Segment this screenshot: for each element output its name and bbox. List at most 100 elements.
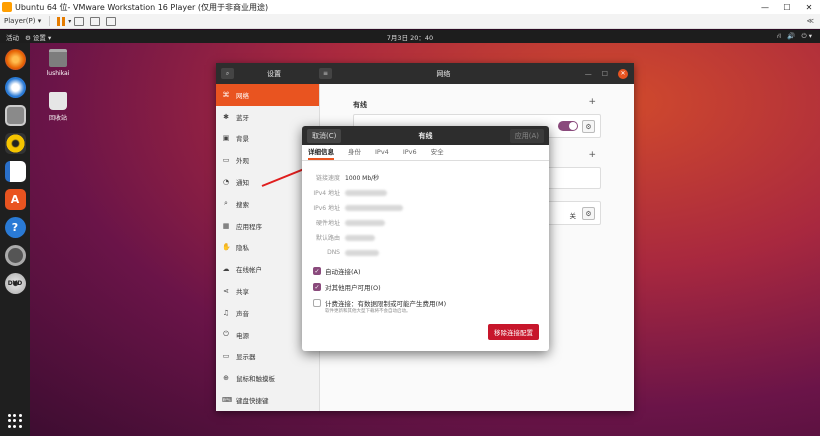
detail-row-link-speed: 链接速度 1000 Mb/秒 bbox=[302, 170, 549, 185]
help-icon[interactable]: ? bbox=[4, 217, 26, 238]
tab-identity[interactable]: 身份 bbox=[348, 146, 361, 160]
add-vpn-button[interactable]: + bbox=[588, 150, 596, 160]
wired-section-title: 有线 bbox=[353, 101, 367, 109]
sidebar-item-keyboard-shortcuts[interactable]: ⌨ 键盘快捷键 bbox=[216, 389, 319, 411]
maximize-icon[interactable]: ☐ bbox=[602, 70, 608, 78]
cancel-button[interactable]: 取消(C) bbox=[307, 128, 342, 143]
detail-label: 硬件地址 bbox=[315, 220, 340, 227]
detail-row-dns: DNS bbox=[302, 245, 549, 260]
redacted-value bbox=[345, 249, 379, 256]
dialog-tabs: 详细信息 身份 IPv4 IPv6 安全 bbox=[302, 145, 549, 161]
detail-row-default-route: 默认路由 bbox=[302, 230, 549, 245]
pause-icon[interactable] bbox=[57, 16, 66, 26]
detail-label: IPv4 地址 bbox=[313, 190, 340, 197]
dvd-icon[interactable]: DVD bbox=[4, 273, 26, 294]
available-all-users-checkbox[interactable]: ✓ 对其他用户可用(O) bbox=[313, 282, 381, 292]
gear-icon[interactable]: ⚙ bbox=[582, 207, 595, 220]
maximize-button[interactable]: ☐ bbox=[776, 3, 798, 12]
collapse-toolbar-button[interactable]: ≪ bbox=[807, 17, 814, 25]
show-applications-icon[interactable] bbox=[8, 414, 22, 428]
detail-row-ipv4: IPv4 地址 bbox=[302, 185, 549, 200]
thunderbird-icon[interactable] bbox=[4, 77, 26, 98]
redacted-value bbox=[345, 189, 387, 196]
firefox-icon[interactable] bbox=[4, 49, 26, 70]
remove-connection-button[interactable]: 移除连接配置 bbox=[488, 324, 539, 340]
files-icon[interactable] bbox=[4, 105, 26, 126]
volume-icon: 🔊 bbox=[787, 32, 796, 40]
sidebar-item-label: 共享 bbox=[236, 288, 249, 297]
trash-label: 回收站 bbox=[48, 115, 67, 122]
minimize-button[interactable]: — bbox=[754, 3, 776, 12]
activities-button[interactable]: 活动 bbox=[0, 32, 25, 42]
sidebar-item-bluetooth[interactable]: ✱ 蓝牙 bbox=[216, 106, 319, 128]
detail-label: 默认路由 bbox=[315, 235, 340, 242]
desktop-trash[interactable]: 回收站 bbox=[43, 92, 73, 122]
redacted-value bbox=[345, 219, 385, 226]
mouse-icon: ⊕ bbox=[223, 374, 229, 383]
detail-label: DNS bbox=[327, 249, 340, 256]
send-ctrl-alt-del-icon[interactable] bbox=[74, 16, 85, 26]
sidebar-item-label: 网络 bbox=[236, 91, 249, 100]
player-menu[interactable]: Player(P) ▾ bbox=[0, 17, 45, 25]
power-icon: ⏻ bbox=[223, 330, 229, 339]
vmware-title-bar: Ubuntu 64 位- VMware Workstation 16 Playe… bbox=[0, 0, 820, 14]
tab-ipv6[interactable]: IPv6 bbox=[403, 148, 417, 160]
check-icon: ✓ bbox=[313, 267, 321, 275]
minimize-icon[interactable]: — bbox=[585, 70, 592, 78]
apply-button[interactable]: 应用(A) bbox=[509, 128, 544, 143]
tab-security[interactable]: 安全 bbox=[431, 146, 444, 160]
detail-label: 链接速度 bbox=[315, 175, 340, 182]
gear-icon[interactable]: ⚙ bbox=[582, 120, 595, 133]
close-button[interactable]: ✕ bbox=[798, 3, 820, 12]
sidebar-item-label: 背景 bbox=[236, 135, 249, 144]
detail-label: IPv6 地址 bbox=[313, 205, 340, 212]
tab-details[interactable]: 详细信息 bbox=[308, 146, 334, 160]
fullscreen-icon[interactable] bbox=[106, 16, 117, 26]
power-icon: ⏻ ▾ bbox=[801, 32, 812, 40]
network-icon: ⌘ bbox=[222, 90, 230, 99]
home-folder-icon bbox=[49, 49, 67, 67]
metered-connection-checkbox[interactable]: 计费连接：有数据限制或可能产生费用(M) bbox=[313, 298, 446, 308]
sidebar-item-label: 通知 bbox=[236, 179, 249, 188]
sidebar-item-label: 蓝牙 bbox=[236, 113, 249, 122]
sidebar-item-network[interactable]: ⌘ 网络 bbox=[216, 84, 319, 106]
sidebar-item-mouse-touchpad[interactable]: ⊕ 鼠标和触摸板 bbox=[216, 367, 319, 389]
panel-title: 网络 bbox=[436, 69, 451, 78]
sidebar-item-label: 键盘快捷键 bbox=[236, 397, 269, 406]
redacted-value bbox=[345, 204, 403, 211]
proxy-status: 关 bbox=[569, 212, 577, 220]
auto-connect-checkbox[interactable]: ✓ 自动连接(A) bbox=[313, 266, 361, 276]
bluetooth-icon: ✱ bbox=[223, 112, 229, 121]
libreoffice-writer-icon[interactable] bbox=[4, 161, 26, 182]
settings-icon[interactable] bbox=[4, 245, 26, 266]
wired-toggle[interactable] bbox=[558, 121, 578, 131]
add-wired-button[interactable]: + bbox=[588, 97, 596, 107]
tab-ipv4[interactable]: IPv4 bbox=[375, 148, 389, 160]
details-list: 链接速度 1000 Mb/秒 IPv4 地址 IPv6 地址 硬件地址 默认路由 … bbox=[302, 170, 549, 260]
vmware-logo-icon bbox=[2, 2, 12, 12]
sidebar-item-label: 应用程序 bbox=[236, 222, 262, 231]
notification-icon: ◔ bbox=[222, 178, 230, 187]
clock[interactable]: 7月3日 20：40 bbox=[0, 32, 820, 42]
search-icon[interactable]: ⌕ bbox=[221, 68, 234, 79]
close-icon[interactable]: ✕ bbox=[618, 68, 628, 79]
rhythmbox-icon[interactable] bbox=[4, 133, 26, 154]
detail-row-ipv6: IPv6 地址 bbox=[302, 200, 549, 215]
privacy-icon: ✋ bbox=[222, 243, 231, 252]
fit-guest-icon[interactable] bbox=[90, 16, 101, 26]
dialog-header: 取消(C) 有线 应用(A) bbox=[302, 126, 549, 145]
sidebar-item-label: 搜索 bbox=[236, 200, 249, 209]
sidebar-item-label: 在线帐户 bbox=[236, 266, 262, 275]
metered-note: 软件更新和其他大型下载将不会自动启动。 bbox=[325, 309, 411, 314]
sidebar-item-label: 隐私 bbox=[236, 244, 249, 253]
check-icon: ✓ bbox=[313, 283, 321, 291]
appearance-icon: ▭ bbox=[222, 156, 230, 165]
app-menu[interactable]: ⚙ 设置 ▾ bbox=[25, 32, 51, 42]
vmware-toolbar: Player(P) ▾ ▾ ≪ bbox=[0, 14, 820, 29]
auto-connect-label: 自动连接(A) bbox=[325, 268, 361, 276]
software-center-icon[interactable]: A bbox=[4, 189, 26, 210]
system-tray[interactable]: ⛙ 🔊 ⏻ ▾ bbox=[777, 32, 812, 41]
desktop-home-folder[interactable]: lushikai bbox=[43, 49, 73, 77]
home-folder-label: lushikai bbox=[46, 70, 70, 77]
chevron-down-icon[interactable]: ▾ bbox=[68, 18, 71, 25]
